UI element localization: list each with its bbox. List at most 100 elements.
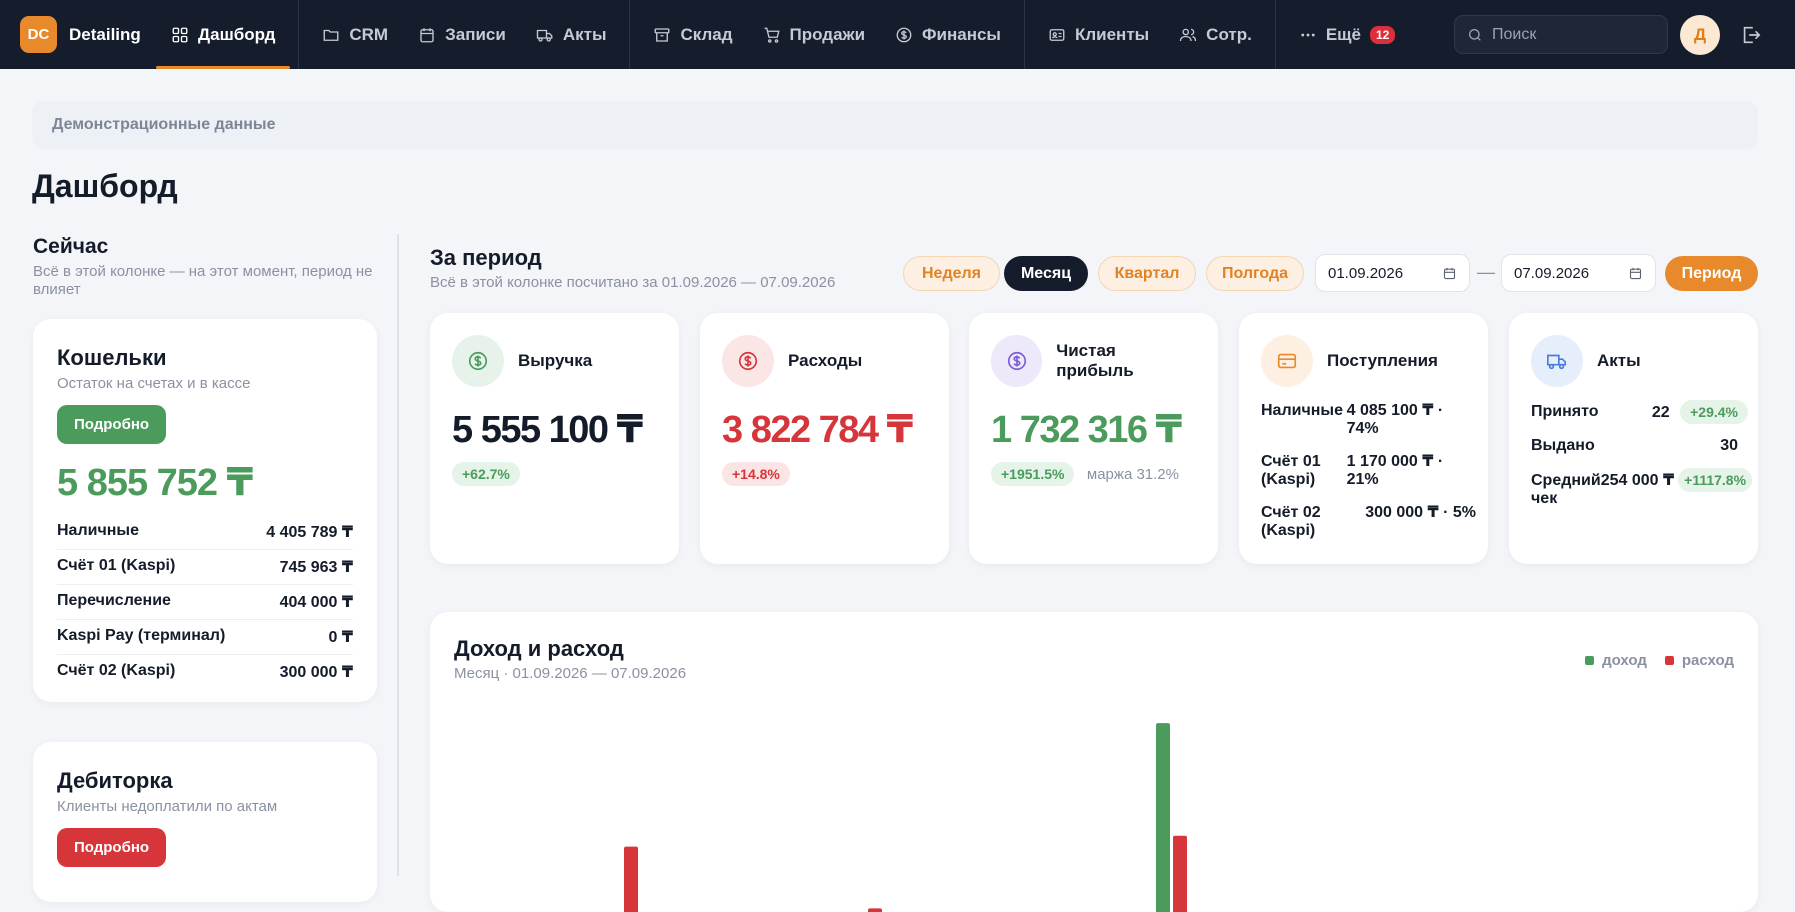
- wallets-subtitle: Остаток на счетах и в кассе: [57, 375, 251, 392]
- credit-card-icon: [1277, 353, 1297, 369]
- nav-label: Продажи: [789, 24, 866, 44]
- income-expense-chart-card: Доход и расход Месяц · 01.09.2026 — 07.0…: [430, 612, 1758, 912]
- wallet-row: Kaspi Pay (терминал) 0 ₸: [57, 620, 353, 655]
- period-quarter-pill[interactable]: Квартал: [1098, 256, 1196, 291]
- date-from-field[interactable]: 01.09.2026: [1315, 254, 1470, 292]
- expenses-label: Расходы: [788, 351, 863, 370]
- income-icon-wrap: [1261, 335, 1313, 387]
- acts-accepted-row: Принято 22 +29.4%: [1531, 400, 1748, 424]
- period-section-subtitle: Всё в этой колонке посчитано за 01.09.20…: [430, 274, 836, 291]
- dollar-icon: [1007, 351, 1026, 371]
- top-navigation-bar: DC Detailing Дашборд CRM Записи Акты Скл…: [0, 0, 1795, 69]
- wallet-row: Наличные 4 405 789 ₸: [57, 515, 353, 550]
- income-label: Поступления: [1327, 351, 1438, 370]
- income-card[interactable]: Поступления Наличные 4 085 100 ₸ · 74% Сч…: [1239, 313, 1488, 564]
- wallets-details-button[interactable]: Подробно: [57, 405, 167, 444]
- income-amount: 300 000 ₸ · 5%: [1365, 504, 1476, 521]
- dollar-icon: [468, 351, 488, 371]
- demo-data-banner: Демонстрационные данные: [32, 101, 1758, 149]
- nav-item-crm[interactable]: CRM: [307, 0, 403, 69]
- wallets-title: Кошельки: [57, 345, 167, 370]
- net-profit-card[interactable]: Чистая прибыль 1 732 316 ₸ +1951.5% марж…: [969, 313, 1218, 564]
- search-icon: [1469, 28, 1481, 41]
- period-month-pill[interactable]: Месяц: [1004, 256, 1088, 291]
- logout-icon: [1743, 26, 1761, 44]
- income-source: Счёт 01 (Kaspi): [1261, 453, 1321, 488]
- acts-issued-label: Выдано: [1531, 437, 1595, 454]
- expenses-card[interactable]: Расходы 3 822 784 ₸ +14.8%: [700, 313, 949, 564]
- brand[interactable]: DC Detailing: [0, 0, 156, 69]
- nav-divider: [298, 0, 300, 69]
- chart-bar-expense[interactable]: [868, 908, 882, 912]
- wallet-name: Наличные: [57, 522, 139, 539]
- truck-icon: [1547, 354, 1567, 370]
- income-row: Наличные 4 085 100 ₸ · 74%: [1261, 400, 1476, 438]
- nav-item-appointments[interactable]: Записи: [403, 0, 521, 69]
- wallet-balance: 745 963 ₸: [279, 559, 353, 576]
- chart-bar-expense[interactable]: [1173, 835, 1187, 912]
- logout-button[interactable]: [1740, 24, 1762, 46]
- nav-label: Клиенты: [1074, 24, 1150, 44]
- nav-item-staff[interactable]: Сотр.: [1164, 0, 1267, 69]
- custom-period-button[interactable]: Период: [1665, 256, 1758, 291]
- profit-value: 1 732 316 ₸: [991, 409, 1182, 451]
- brand-name: Detailing: [69, 24, 141, 44]
- nav-label: Ещё: [1325, 24, 1361, 44]
- revenue-card[interactable]: Выручка 5 555 100 ₸ +62.7%: [430, 313, 679, 564]
- calendar-icon: [1629, 267, 1642, 279]
- wallet-name: Счёт 01 (Kaspi): [57, 557, 176, 574]
- wallet-balance: 0 ₸: [328, 629, 353, 646]
- income-row: Счёт 01 (Kaspi) 1 170 000 ₸ · 21%: [1261, 451, 1476, 489]
- nav-item-warehouse[interactable]: Склад: [638, 0, 747, 69]
- notification-badge: 12: [1369, 25, 1396, 44]
- chart-bar-income[interactable]: [1156, 723, 1170, 912]
- dollar-icon: [738, 351, 758, 371]
- calendar-icon: [1443, 267, 1456, 279]
- acts-card[interactable]: Акты Принято 22 +29.4% Выдано 30 Средний…: [1509, 313, 1758, 564]
- acts-avg-row: Средний чек 254 000 ₸ +1117.8%: [1531, 468, 1753, 508]
- receivables-details-button[interactable]: Подробно: [57, 828, 167, 867]
- nav-item-acts[interactable]: Акты: [521, 0, 622, 69]
- expenses-icon-wrap: [722, 335, 774, 387]
- chart-plot: [624, 723, 1187, 912]
- now-section-title: Сейчас: [33, 235, 109, 258]
- acts-label: Акты: [1597, 351, 1641, 370]
- nav-item-dashboard[interactable]: Дашборд: [156, 0, 291, 69]
- truck-icon: [536, 29, 553, 42]
- nav-label: Сотр.: [1206, 24, 1252, 44]
- nav-item-clients[interactable]: Клиенты: [1033, 0, 1164, 69]
- revenue-label: Выручка: [518, 351, 593, 370]
- profit-change-badge: +1951.5%: [991, 462, 1075, 486]
- acts-issued-row: Выдано 30: [1531, 437, 1748, 455]
- expenses-change-badge: +14.8%: [722, 462, 790, 486]
- revenue-value: 5 555 100 ₸: [452, 409, 643, 451]
- expenses-value: 3 822 784 ₸: [722, 409, 913, 451]
- nav-divider: [629, 0, 631, 69]
- period-week-pill[interactable]: Неделя: [903, 256, 1000, 291]
- nav-item-more[interactable]: Ещё 12: [1284, 0, 1411, 69]
- acts-icon-wrap: [1531, 335, 1583, 387]
- profit-icon-wrap: [991, 335, 1043, 387]
- search-box[interactable]: [1454, 15, 1668, 54]
- users-icon: [1179, 28, 1197, 41]
- wallet-name: Счёт 02 (Kaspi): [57, 662, 176, 679]
- nav-item-sales[interactable]: Продажи: [748, 0, 881, 69]
- folder-icon: [323, 29, 339, 41]
- period-halfyear-pill[interactable]: Полгода: [1206, 256, 1304, 291]
- nav-item-finance[interactable]: Финансы: [880, 0, 1016, 69]
- income-row: Счёт 02 (Kaspi) 300 000 ₸ · 5%: [1261, 502, 1476, 540]
- box-icon: [655, 27, 670, 42]
- income-amount: 4 085 100 ₸ · 74%: [1346, 402, 1444, 437]
- acts-accepted-value: 22: [1651, 404, 1670, 421]
- wallet-balance: 404 000 ₸: [279, 594, 353, 611]
- nav-divider: [1274, 0, 1276, 69]
- wallet-row: Перечисление 404 000 ₸: [57, 585, 353, 620]
- search-input[interactable]: [1492, 25, 1652, 44]
- income-source: Счёт 02 (Kaspi): [1261, 504, 1321, 539]
- nav-label: Записи: [445, 24, 506, 44]
- nav-label: CRM: [349, 24, 389, 44]
- chart-bar-expense[interactable]: [624, 846, 638, 912]
- wallet-row: Счёт 01 (Kaspi) 745 963 ₸: [57, 550, 353, 585]
- date-to-field[interactable]: 07.09.2026: [1501, 254, 1656, 292]
- avatar[interactable]: Д: [1680, 15, 1720, 55]
